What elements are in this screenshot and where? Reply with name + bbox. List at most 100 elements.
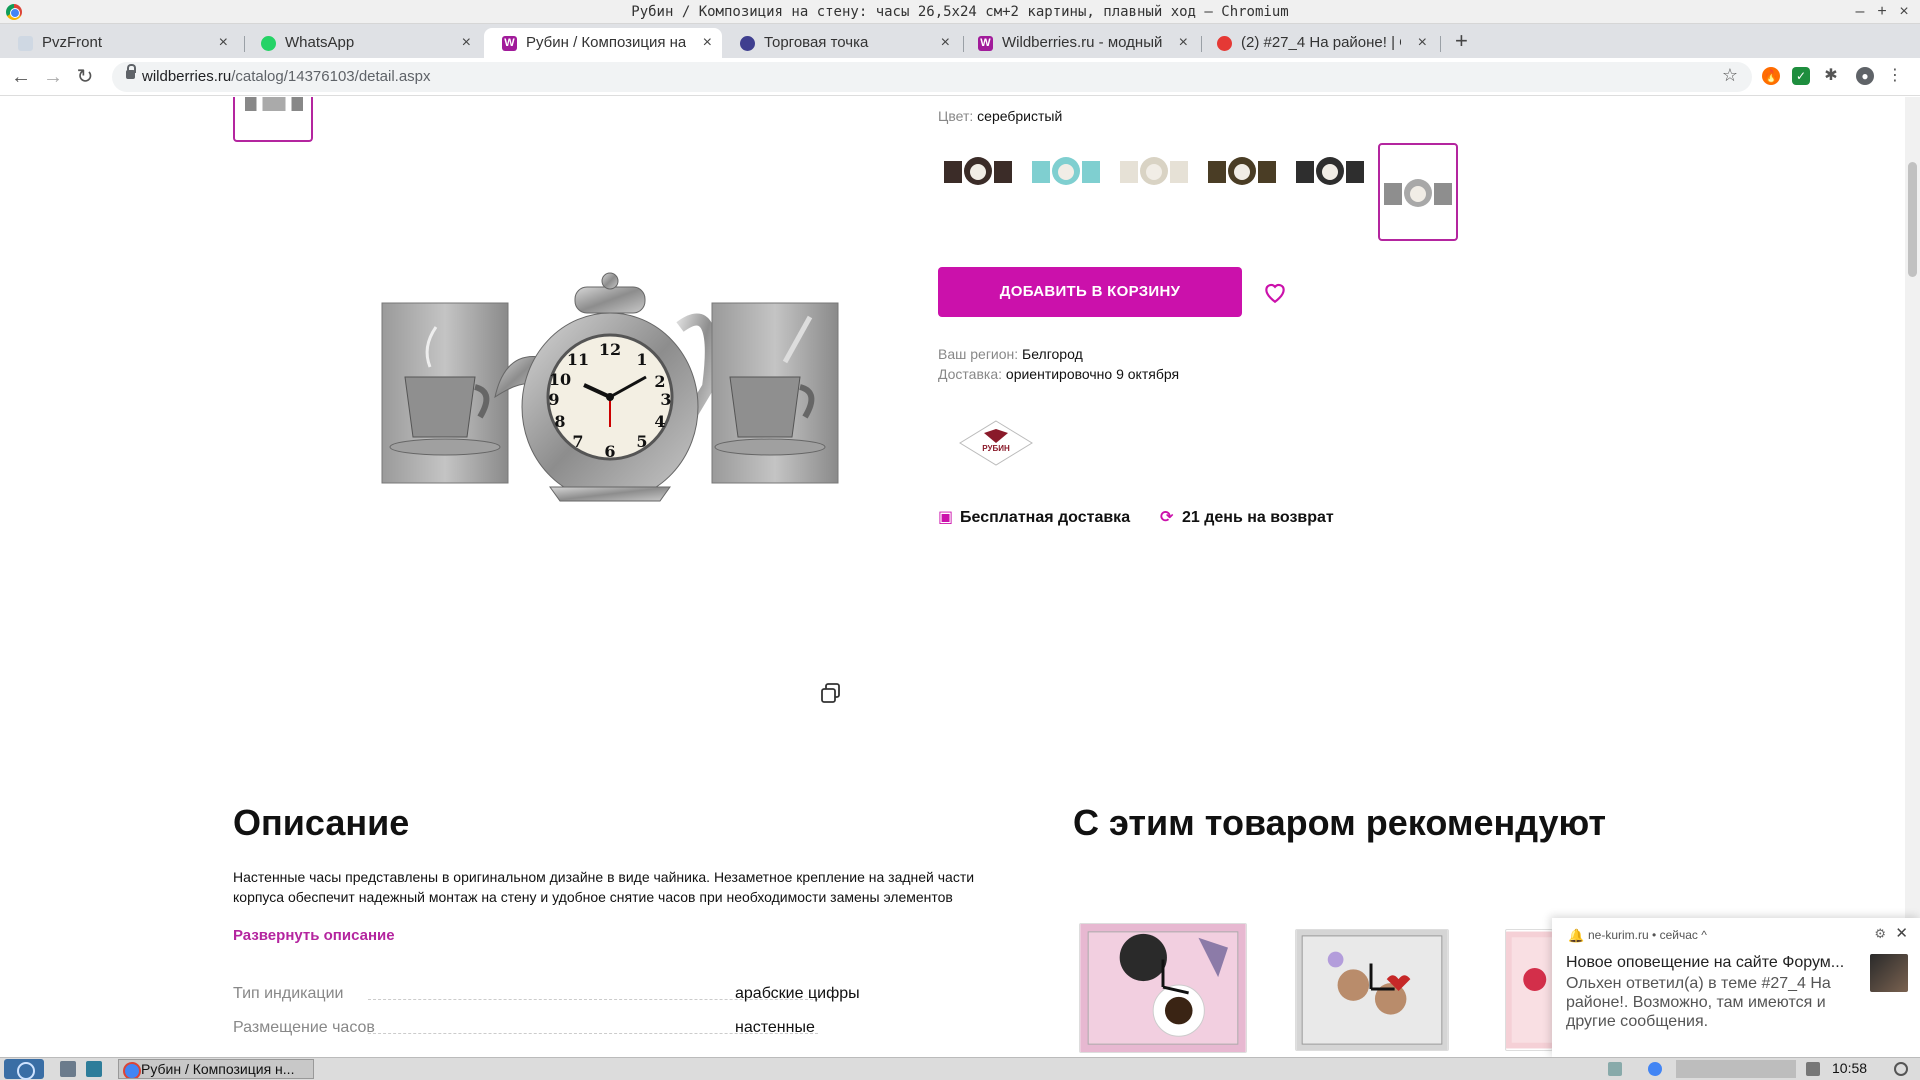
notification-avatar	[1870, 954, 1908, 992]
minimize-button[interactable]: –	[1850, 2, 1870, 22]
recommended-product-card[interactable]	[1079, 923, 1247, 1053]
delivery-line: Доставка: ориентировочно 9 октября	[938, 366, 1179, 382]
svg-text:2: 2	[654, 372, 665, 391]
page-favicon-icon	[18, 36, 33, 51]
browser-notification[interactable]: 🔔 ne-kurim.ru • сейчас ^ ⚙ ✕ Новое опове…	[1552, 918, 1920, 1058]
color-swatch-bronze[interactable]	[1202, 147, 1282, 193]
profile-avatar-icon[interactable]: ●	[1856, 67, 1874, 85]
tab-close-icon[interactable]: ×	[462, 28, 471, 58]
region-value[interactable]: Белгород	[1022, 346, 1083, 362]
page-content: 12 12 3 45 6 78 91011 Цвет: серебристый	[0, 97, 1905, 1057]
region-label: Ваш регион:	[938, 346, 1019, 362]
file-manager-icon[interactable]	[60, 1061, 76, 1077]
add-to-cart-button[interactable]: ДОБАВИТЬ В КОРЗИНУ	[938, 267, 1242, 317]
tab-close-icon[interactable]: ×	[1418, 28, 1427, 58]
close-window-button[interactable]: ×	[1894, 2, 1914, 22]
tab-pvzfront[interactable]: PvzFront ×	[0, 28, 238, 58]
clock[interactable]: 10:58	[1832, 1060, 1867, 1076]
tab-wildberries[interactable]: W Wildberries.ru - модный и ×	[960, 28, 1198, 58]
notification-site: ne-kurim.ru	[1588, 928, 1649, 942]
menu-kebab-icon[interactable]: ⋮	[1886, 67, 1904, 85]
gallery-thumbnail-selected[interactable]	[233, 97, 313, 142]
color-swatch-brown[interactable]	[938, 147, 1018, 193]
spec-row: Размещение часов настенные	[233, 1019, 933, 1041]
notification-title: Новое оповещение на сайте Форум...	[1566, 954, 1845, 971]
color-swatch-cream[interactable]	[1114, 147, 1194, 193]
color-swatch-silver-selected[interactable]	[1378, 143, 1458, 241]
tray-window-icon[interactable]	[1608, 1062, 1622, 1076]
svg-text:4: 4	[654, 412, 665, 431]
tab-close-icon[interactable]: ×	[219, 28, 228, 58]
shield-extension-icon[interactable]: ✓	[1792, 67, 1810, 85]
url-path: /catalog/14376103/detail.aspx	[231, 68, 431, 85]
product-color: Цвет: серебристый	[938, 108, 1062, 124]
swatch-image	[1384, 179, 1452, 207]
tab-close-icon[interactable]: ×	[703, 28, 712, 58]
spec-value: настенные	[735, 1019, 815, 1036]
perk-free-delivery: ▣ Бесплатная доставка	[938, 507, 1130, 527]
store-favicon-icon	[740, 36, 755, 51]
color-swatch-turquoise[interactable]	[1026, 147, 1106, 193]
notification-time[interactable]: • сейчас ^	[1652, 928, 1707, 942]
recommended-product-card[interactable]	[1505, 929, 1553, 1051]
tab-close-icon[interactable]: ×	[1179, 28, 1188, 58]
url-text: wildberries.ru/catalog/14376103/detail.a…	[142, 68, 431, 85]
description-text: Настенные часы представлены в оригинальн…	[233, 869, 975, 905]
reload-icon[interactable]: ↻	[72, 64, 98, 90]
tab-separator	[1440, 36, 1441, 52]
copy-icon[interactable]	[820, 682, 842, 704]
favorite-heart-icon[interactable]	[1262, 279, 1288, 305]
new-tab-button[interactable]: +	[1455, 28, 1468, 54]
tab-rubin[interactable]: W Рубин / Композиция на с ×	[484, 28, 722, 58]
refresh-icon: ⟳	[1160, 509, 1174, 526]
svg-text:6: 6	[604, 442, 615, 461]
recommended-product-card[interactable]	[1295, 929, 1449, 1051]
network-icon[interactable]	[1806, 1062, 1820, 1076]
tab-close-icon[interactable]: ×	[941, 28, 950, 58]
fire-extension-icon[interactable]: 🔥	[1762, 67, 1780, 85]
forward-arrow-icon[interactable]: →	[40, 64, 66, 90]
tab-label: (2) #27_4 На районе! | Стр	[1241, 34, 1401, 51]
svg-text:5: 5	[636, 432, 647, 451]
tab-label: PvzFront	[42, 34, 103, 51]
close-icon[interactable]: ✕	[1895, 924, 1908, 942]
perk-label: Бесплатная доставка	[960, 509, 1131, 526]
tab-torgovaya-tochka[interactable]: Торговая точка ×	[722, 28, 960, 58]
tray-area	[1676, 1060, 1796, 1078]
url-host: wildberries.ru	[142, 68, 232, 85]
brand-logo-rubin[interactable]: РУБИН	[958, 419, 1034, 469]
scrollbar-thumb[interactable]	[1908, 162, 1917, 277]
wildberries-favicon-icon: W	[502, 36, 517, 51]
box-icon: ▣	[938, 509, 954, 526]
color-label: Цвет:	[938, 108, 974, 124]
tab-whatsapp[interactable]: WhatsApp ×	[243, 28, 481, 58]
browser-toolbar: ← → ↻ wildberries.ru/catalog/14376103/de…	[0, 58, 1920, 96]
spec-value: арабские цифры	[735, 985, 860, 1002]
back-arrow-icon[interactable]: ←	[8, 64, 34, 90]
color-swatch-black[interactable]	[1290, 147, 1370, 193]
gear-icon[interactable]: ⚙	[1874, 926, 1886, 942]
taskbar-window-chromium[interactable]: Рубин / Композиция н...	[118, 1059, 314, 1079]
whatsapp-icon	[261, 36, 276, 51]
tab-label: WhatsApp	[285, 34, 355, 51]
maximize-button[interactable]: +	[1872, 2, 1892, 22]
expand-description-link[interactable]: Развернуть описание	[233, 927, 395, 944]
vertical-scrollbar[interactable]	[1905, 97, 1920, 1057]
product-main-image[interactable]: 12 12 3 45 6 78 91011	[370, 267, 850, 507]
description-heading: Описание	[233, 802, 410, 843]
tab-forum[interactable]: (2) #27_4 На районе! | Стр ×	[1199, 28, 1437, 58]
address-bar[interactable]: wildberries.ru/catalog/14376103/detail.a…	[112, 62, 1752, 92]
tray-chromium-icon[interactable]	[1648, 1062, 1662, 1076]
tab-label: Wildberries.ru - модный и	[1002, 34, 1162, 51]
terminal-icon[interactable]	[86, 1061, 102, 1077]
lock-icon	[126, 64, 136, 79]
bookmark-star-icon[interactable]: ☆	[1722, 65, 1738, 86]
color-value: серебристый	[977, 108, 1063, 124]
start-menu-button[interactable]	[4, 1059, 44, 1080]
puzzle-extensions-icon[interactable]: ✱	[1822, 67, 1840, 85]
svg-text:10: 10	[549, 370, 571, 389]
power-icon[interactable]	[1894, 1062, 1908, 1076]
svg-text:11: 11	[567, 350, 589, 369]
window-title: Рубин / Композиция на стену: часы 26,5х2…	[631, 4, 1289, 20]
spec-key: Тип индикации	[233, 985, 344, 1002]
